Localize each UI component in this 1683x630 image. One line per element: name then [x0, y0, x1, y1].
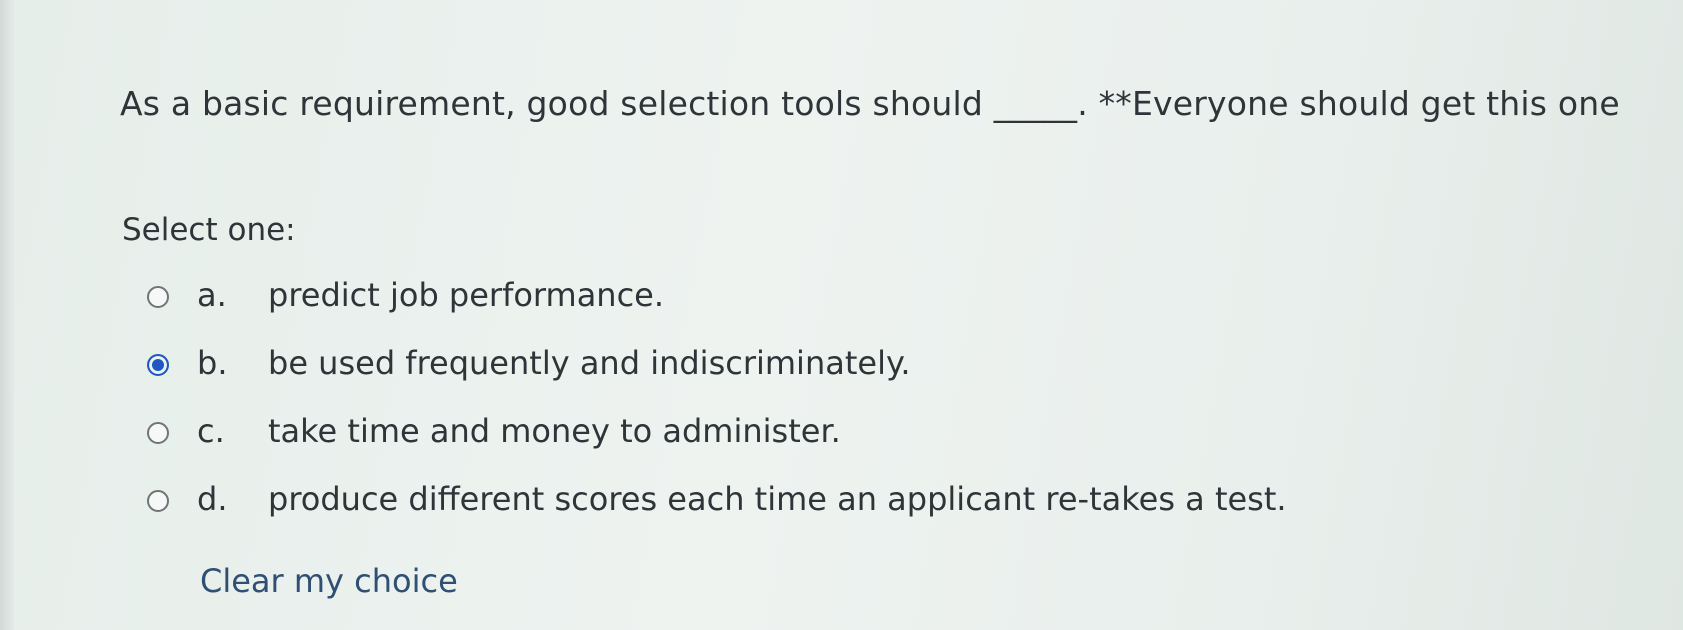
question-text: As a basic requirement, good selection t… [120, 84, 1620, 123]
option-text[interactable]: be used frequently and indiscriminately. [268, 344, 911, 382]
answer-option-c[interactable]: c. take time and money to administer. [145, 408, 1445, 476]
clear-choice-link[interactable]: Clear my choice [200, 562, 458, 600]
answer-option-b[interactable]: b. be used frequently and indiscriminate… [145, 340, 1445, 408]
answer-option-d[interactable]: d. produce different scores each time an… [145, 476, 1445, 544]
answer-option-a[interactable]: a. predict job performance. [145, 272, 1445, 340]
radio-button-d[interactable] [147, 490, 169, 512]
option-letter: c. [197, 412, 225, 450]
option-text[interactable]: produce different scores each time an ap… [268, 480, 1287, 518]
option-letter: d. [197, 480, 228, 518]
answer-list: a. predict job performance. b. be used f… [145, 272, 1445, 544]
radio-button-c[interactable] [147, 422, 169, 444]
question-panel: As a basic requirement, good selection t… [0, 0, 1683, 630]
option-text[interactable]: take time and money to administer. [268, 412, 841, 450]
option-letter: a. [197, 276, 227, 314]
select-prompt: Select one: [122, 212, 296, 248]
radio-button-b[interactable] [147, 354, 169, 376]
radio-button-a[interactable] [147, 286, 169, 308]
option-text[interactable]: predict job performance. [268, 276, 664, 314]
option-letter: b. [197, 344, 228, 382]
